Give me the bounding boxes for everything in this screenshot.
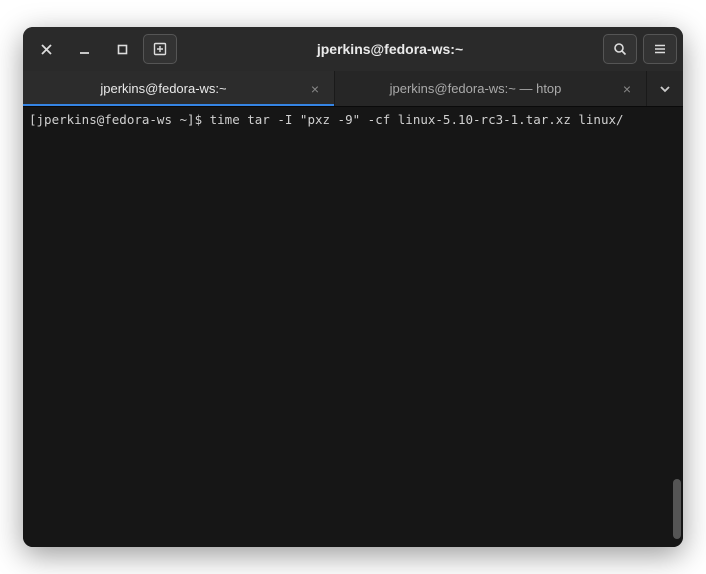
shell-prompt: [jperkins@fedora-ws ~]$: [29, 112, 210, 127]
chevron-down-icon: [659, 83, 671, 95]
minimize-button[interactable]: [67, 34, 101, 64]
terminal-window: jperkins@fedora-ws:~ jperkins@fedora-ws:…: [23, 27, 683, 547]
search-button[interactable]: [603, 34, 637, 64]
maximize-button[interactable]: [105, 34, 139, 64]
terminal-line: [jperkins@fedora-ws ~]$ time tar -I "pxz…: [29, 111, 677, 129]
tab-close-button[interactable]: ×: [618, 80, 636, 98]
scrollbar-thumb[interactable]: [673, 479, 681, 539]
tab-1[interactable]: jperkins@fedora-ws:~ ×: [23, 71, 335, 106]
tab-dropdown-button[interactable]: [647, 71, 683, 106]
tab-2[interactable]: jperkins@fedora-ws:~ — htop ×: [335, 71, 647, 106]
close-icon: [41, 44, 52, 55]
new-tab-button[interactable]: [143, 34, 177, 64]
new-tab-icon: [153, 42, 167, 56]
close-button[interactable]: [29, 34, 63, 64]
window-title: jperkins@fedora-ws:~: [181, 41, 599, 57]
tab-label: jperkins@fedora-ws:~: [33, 81, 294, 96]
tab-label: jperkins@fedora-ws:~ — htop: [345, 81, 606, 96]
minimize-icon: [79, 44, 90, 55]
search-icon: [613, 42, 627, 56]
hamburger-icon: [653, 42, 667, 56]
close-icon: ×: [623, 81, 631, 97]
tab-close-button[interactable]: ×: [306, 80, 324, 98]
maximize-icon: [117, 44, 128, 55]
window-controls: [29, 34, 177, 64]
terminal-content[interactable]: [jperkins@fedora-ws ~]$ time tar -I "pxz…: [23, 107, 683, 547]
tab-bar: jperkins@fedora-ws:~ × jperkins@fedora-w…: [23, 71, 683, 107]
titlebar-actions: [603, 34, 677, 64]
titlebar: jperkins@fedora-ws:~: [23, 27, 683, 71]
shell-command: time tar -I "pxz -9" -cf linux-5.10-rc3-…: [210, 112, 624, 127]
menu-button[interactable]: [643, 34, 677, 64]
close-icon: ×: [311, 81, 319, 97]
